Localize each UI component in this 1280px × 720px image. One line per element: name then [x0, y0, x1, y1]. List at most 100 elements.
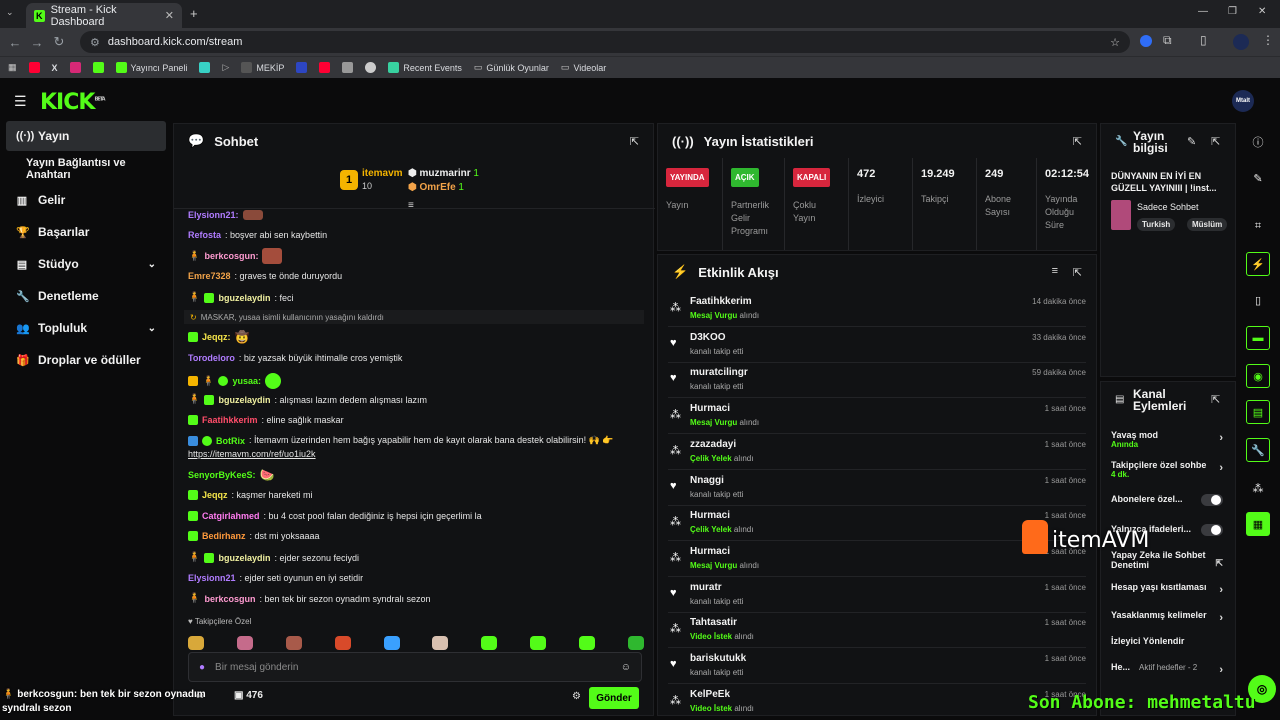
bookmark-icon-c[interactable] [319, 62, 331, 73]
activity-username[interactable]: zzazadayi [690, 439, 736, 450]
emote-button[interactable] [481, 636, 498, 650]
user-avatar[interactable]: Mtalt [1232, 90, 1254, 112]
toggle-switch[interactable] [1201, 494, 1223, 506]
popout-icon[interactable]: ⇱ [1073, 135, 1082, 148]
nav-studyo[interactable]: ▤ Stüdyo ⌄ [6, 249, 166, 279]
chevron-right-icon[interactable]: › [1219, 664, 1223, 676]
address-bar[interactable]: ⚙ dashboard.kick.com/stream ☆ [80, 31, 1130, 53]
maximize-icon[interactable]: ❐ [1228, 6, 1237, 17]
activity-username[interactable]: muratcilingr [690, 367, 748, 378]
back-icon[interactable]: ← [4, 35, 26, 50]
activity-username[interactable]: KelPeEk [690, 689, 730, 700]
nav-yayin-baglantisi[interactable]: Yayın Bağlantısı ve Anahtarı [6, 154, 172, 184]
activity-username[interactable]: bariskutukk [690, 653, 746, 664]
nav-topluluk[interactable]: 👥 Topluluk ⌄ [6, 313, 166, 343]
emote-button[interactable] [530, 636, 547, 650]
emote-button[interactable] [285, 636, 302, 650]
channel-action-row[interactable]: Hesap yaşı kısıtlaması › [1111, 582, 1229, 596]
nav-gelir[interactable]: ▥ Gelir [6, 185, 166, 215]
activity-item[interactable]: ⁂ KelPeEk Video İstek alındı 1 saat önce [668, 684, 1086, 715]
chat-input[interactable]: ● Bir mesaj gönderin ☺ [188, 652, 642, 682]
bookmark-star-icon[interactable]: ☆ [1110, 36, 1120, 49]
bookmark-icon-d[interactable] [342, 62, 354, 73]
activity-item[interactable]: ♥ D3KOO kanalı takip etti 33 dakika önce [668, 327, 1086, 363]
apps-grid-icon[interactable]: ▦ [8, 62, 17, 73]
chevron-right-icon[interactable]: › [1219, 584, 1223, 596]
activity-item[interactable]: ♥ bariskutukk kanalı takip etti 1 saat önce [668, 648, 1086, 684]
bookmark-videolar[interactable]: ▭ Videolar [561, 62, 606, 73]
wrench-icon[interactable]: 🔧 [1246, 438, 1270, 462]
popout-icon[interactable]: ⇱ [630, 135, 639, 148]
activity-username[interactable]: Tahtasatir [690, 617, 737, 628]
activity-username[interactable]: muratr [690, 582, 722, 593]
activity-item[interactable]: ⁂ zzazadayi Çelik Yelek alındı 1 saat önce [668, 434, 1086, 470]
activity-username[interactable]: Hurmaci [690, 403, 730, 414]
bookmark-mekip[interactable]: MEKİP [241, 62, 284, 73]
capture-icon[interactable]: ⌗ [1246, 214, 1270, 238]
bookmark-gunluk-oyunlar[interactable]: ▭ Günlük Oyunlar [474, 62, 549, 73]
minimize-icon[interactable]: ― [1198, 6, 1208, 17]
info-icon[interactable]: ⓘ [1246, 130, 1270, 154]
nav-denetleme[interactable]: 🔧 Denetleme [6, 281, 166, 311]
kick-bookmark-icon[interactable] [92, 62, 104, 73]
instagram-bookmark-icon[interactable] [69, 62, 81, 73]
activity-item[interactable]: ⁂ Faatihkkerim Mesaj Vurgu alındı 14 dakika… [668, 291, 1086, 327]
clapper-icon[interactable]: ▦ [1246, 512, 1270, 536]
lightning-icon[interactable]: ⚡ [1246, 252, 1270, 276]
popout-icon[interactable]: ⇱ [1073, 266, 1082, 279]
channel-action-row[interactable]: Takipçilere özel sohbe 4 dk. › [1111, 460, 1229, 479]
external-link-icon[interactable]: ⇱ [1215, 558, 1223, 569]
side-panel-icon[interactable]: ▯ [1200, 33, 1207, 47]
nodes-icon[interactable]: ⁂ [1246, 476, 1270, 500]
toggle-switch[interactable] [1201, 524, 1223, 536]
filter-icon[interactable]: ≡ [1052, 265, 1058, 277]
edit-pencil-icon[interactable]: ✎ [1246, 166, 1270, 190]
extension-icon[interactable] [1140, 35, 1152, 47]
youtube-bookmark-icon[interactable] [28, 62, 40, 73]
close-tab-icon[interactable]: ✕ [165, 9, 174, 22]
category-name[interactable]: Sadece Sohbet [1137, 202, 1199, 212]
close-window-icon[interactable]: ✕ [1258, 6, 1266, 17]
activity-username[interactable]: Hurmaci [690, 510, 730, 521]
clipboard-icon[interactable]: ▯ [1246, 288, 1270, 312]
bookmark-recent-events[interactable]: Recent Events [388, 62, 462, 73]
bookmark-icon-b[interactable] [296, 62, 308, 73]
channel-action-row[interactable]: İzleyici Yönlendir [1111, 636, 1229, 646]
bookmark-yayinci-paneli[interactable]: Yayıncı Paneli [115, 62, 187, 73]
bookmark-icon-e[interactable] [365, 62, 377, 73]
tab-search-icon[interactable]: ⌄ [6, 7, 20, 21]
new-tab-icon[interactable]: + [190, 6, 198, 21]
leader-name[interactable]: ⬢ muzmarinr 1 [408, 168, 479, 179]
popout-icon[interactable]: ⇱ [1211, 135, 1220, 148]
chat-settings-icon[interactable]: ⚙ [572, 691, 581, 702]
nav-yayin[interactable]: ((·)) Yayın [6, 121, 166, 151]
emoji-picker-icon[interactable]: ☺ [621, 662, 631, 673]
activity-item[interactable]: ⁂ Tahtasatir Video İstek alındı 1 saat önce [668, 612, 1086, 649]
nav-droplar[interactable]: 🎁 Droplar ve ödüller [6, 345, 166, 375]
emote-button[interactable] [188, 636, 204, 650]
microphone-icon[interactable]: ● [199, 662, 205, 673]
chat-bubble-icon[interactable]: ▬ [1246, 326, 1270, 350]
site-info-icon[interactable]: ⚙ [90, 36, 100, 49]
browser-tab[interactable]: K Stream - Kick Dashboard ✕ [26, 3, 182, 28]
activity-username[interactable]: Nnaggi [690, 475, 724, 486]
chevron-right-icon[interactable]: › [1219, 462, 1223, 474]
emote-button[interactable] [383, 636, 400, 650]
menu-kebab-icon[interactable]: ⋮ [1262, 33, 1274, 47]
activity-item[interactable]: ♥ Nnaggi kanalı takip etti 1 saat önce [668, 470, 1086, 506]
leader-name[interactable]: itemavm [362, 168, 403, 179]
emote-button[interactable] [579, 636, 595, 650]
channel-actions-icon[interactable]: ▤ [1246, 400, 1270, 424]
send-button[interactable]: Gönder [589, 687, 639, 709]
nav-basarilar[interactable]: 🏆 Başarılar [6, 217, 166, 247]
channel-action-row[interactable]: He... Aktif hedefler - 2 › [1111, 662, 1229, 676]
chevron-right-icon[interactable]: › [1219, 432, 1223, 444]
reload-icon[interactable]: ↻ [48, 34, 70, 50]
emote-button[interactable] [432, 636, 449, 650]
bookmark-icon-a[interactable] [199, 62, 211, 73]
chat-link[interactable]: https://itemavm.com/ref/uo1iu2k [188, 449, 644, 459]
profile-avatar[interactable] [1233, 34, 1249, 50]
channel-action-row[interactable]: Yavaş mod Anında › [1111, 430, 1229, 449]
bookmark-play-icon[interactable]: ▷ [222, 62, 229, 73]
emote-button[interactable] [627, 636, 644, 650]
